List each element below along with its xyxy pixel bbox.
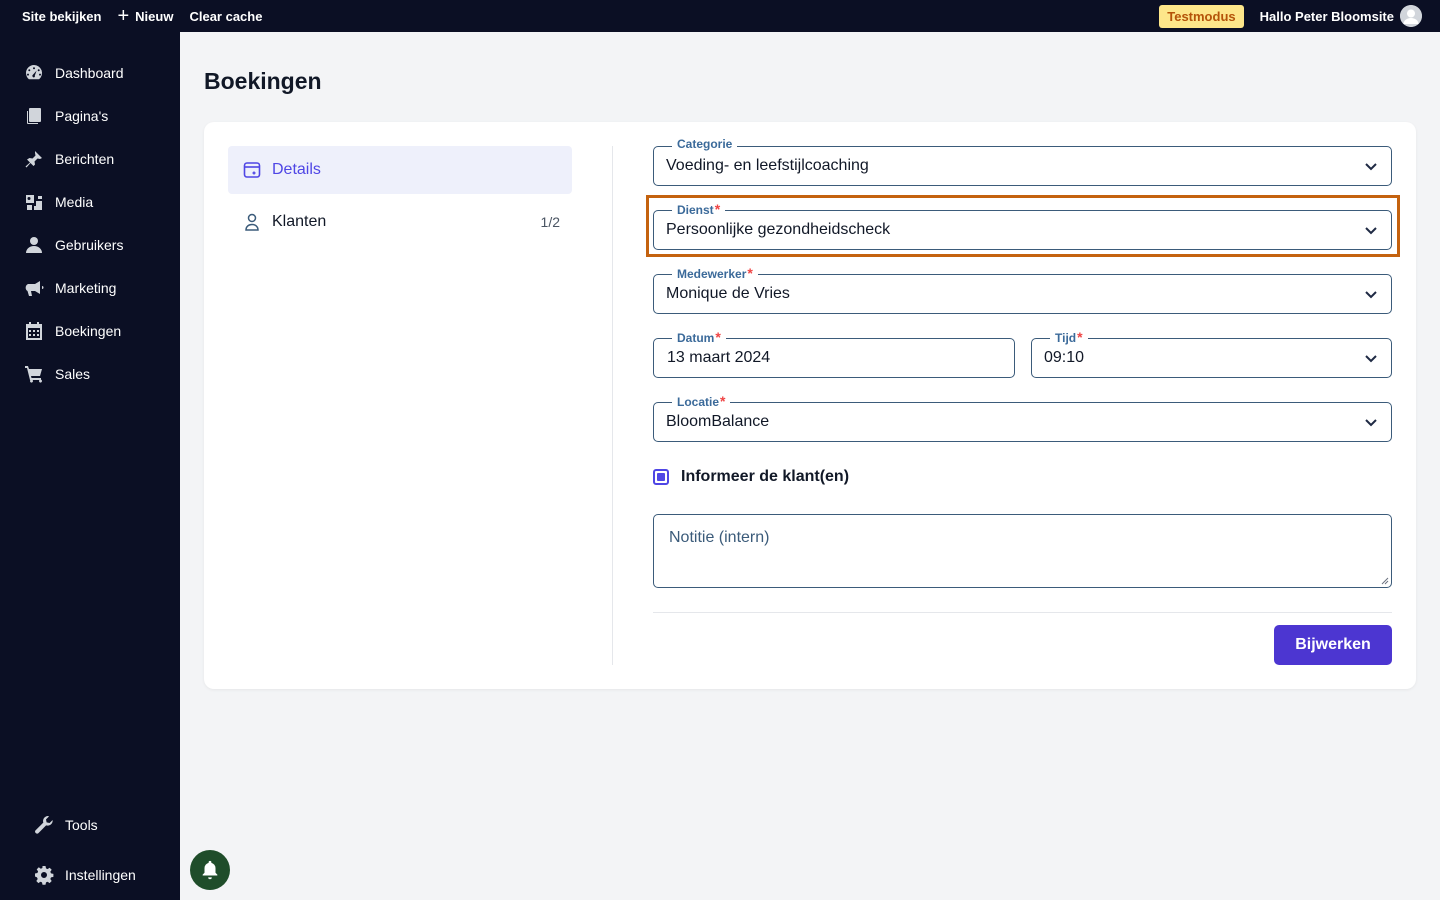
internal-note-textarea[interactable]: Notitie (intern) (653, 514, 1392, 588)
sidebar-item-tools[interactable]: Tools (0, 800, 180, 850)
clear-cache-link[interactable]: Clear cache (189, 9, 262, 24)
bell-icon (202, 860, 218, 880)
sidebar-item-label: Instellingen (65, 867, 136, 883)
sidebar-item-dashboard[interactable]: Dashboard (0, 51, 180, 94)
sidebar-item-users[interactable]: Gebruikers (0, 223, 180, 266)
pin-icon (24, 149, 44, 169)
sidebar-item-label: Dashboard (55, 64, 124, 81)
admin-topbar: Site bekijken + Nieuw Clear cache Testmod… (0, 0, 1440, 32)
date-field[interactable]: Datum* 13 maart 2024 (653, 329, 1015, 378)
divider (653, 612, 1392, 613)
sidebar-item-label: Marketing (55, 279, 117, 296)
category-label: Categorie (672, 137, 738, 151)
employee-select[interactable]: Medewerker* Monique de Vries (653, 265, 1392, 314)
calendar-icon (24, 321, 44, 341)
sidebar-item-label: Pagina's (55, 107, 109, 124)
sidebar-item-settings[interactable]: Instellingen (0, 850, 180, 900)
tab-label: Details (272, 161, 321, 178)
tab-details[interactable]: Details (228, 146, 572, 194)
location-value: BloomBalance (666, 413, 770, 430)
chevron-down-icon (1363, 286, 1379, 302)
sidebar-item-label: Gebruikers (55, 236, 124, 253)
time-select[interactable]: Tijd* 09:10 (1031, 329, 1392, 378)
notifications-button[interactable] (190, 850, 230, 890)
clear-cache-label: Clear cache (189, 8, 263, 24)
tab-label: Klanten (272, 213, 327, 230)
cart-icon (24, 364, 44, 384)
booking-card: Details Klanten 1/2 Categorie Voeding- e… (204, 122, 1416, 689)
service-label: Dienst* (672, 201, 726, 217)
time-label: Tijd* (1050, 329, 1088, 345)
note-placeholder: Notitie (intern) (669, 529, 770, 546)
sidebar-item-label: Sales (55, 365, 91, 382)
tab-customers[interactable]: Klanten 1/2 (228, 198, 572, 246)
megaphone-icon (24, 278, 44, 298)
sidebar-item-label: Berichten (55, 150, 115, 167)
sidebar-nav: Dashboard Pagina's Berichten Media Gebru… (0, 51, 180, 395)
employee-value: Monique de Vries (666, 285, 790, 302)
chevron-down-icon (1363, 350, 1379, 366)
person-icon (242, 212, 262, 232)
wrench-icon (34, 815, 54, 835)
location-select[interactable]: Locatie* BloomBalance (653, 393, 1392, 442)
chevron-down-icon (1363, 414, 1379, 430)
checkbox-checked-mark (657, 473, 665, 481)
avatar-icon (1400, 5, 1422, 27)
view-site-label: Site bekijken (22, 8, 102, 24)
sidebar-item-label: Tools (65, 817, 98, 833)
sidebar-item-marketing[interactable]: Marketing (0, 266, 180, 309)
time-value: 09:10 (1044, 349, 1085, 366)
chevron-down-icon (1363, 158, 1379, 174)
divider (612, 146, 613, 665)
location-label: Locatie* (672, 393, 731, 409)
calendar-small-icon (242, 160, 262, 180)
sidebar-item-label: Boekingen (55, 322, 122, 339)
customers-count: 1/2 (540, 214, 560, 230)
gear-icon (34, 865, 54, 885)
user-greeting[interactable]: Hallo Peter Bloomsite (1260, 9, 1394, 24)
new-menu[interactable]: + Nieuw (117, 6, 173, 26)
dashboard-icon (24, 63, 44, 83)
notify-label: Informeer de klant(en) (681, 468, 850, 485)
sidebar-item-bookings[interactable]: Boekingen (0, 309, 180, 352)
pages-icon (24, 106, 44, 126)
notify-customers-toggle[interactable]: Informeer de klant(en) (653, 468, 849, 486)
date-value: 13 maart 2024 (667, 349, 771, 366)
category-value: Voeding- en leefstijlcoaching (666, 157, 869, 174)
view-site-link[interactable]: Site bekijken (22, 9, 101, 24)
sidebar-item-label: Media (55, 193, 94, 210)
sidebar-item-media[interactable]: Media (0, 180, 180, 223)
date-label: Datum* (672, 329, 726, 345)
new-label: Nieuw (135, 8, 174, 24)
category-select[interactable]: Categorie Voeding- en leefstijlcoaching (653, 137, 1392, 186)
test-mode-badge[interactable]: Testmodus (1159, 4, 1244, 28)
service-select[interactable]: Dienst* Persoonlijke gezondheidscheck (653, 201, 1392, 250)
sidebar-bottom-nav: Tools Instellingen (0, 800, 180, 900)
media-icon (24, 192, 44, 212)
user-icon (24, 235, 44, 255)
employee-label: Medewerker* (672, 265, 758, 281)
avatar[interactable] (1400, 5, 1422, 27)
sidebar-item-posts[interactable]: Berichten (0, 137, 180, 180)
chevron-down-icon (1363, 222, 1379, 238)
plus-icon: + (117, 5, 130, 27)
page-title: Boekingen (204, 68, 322, 94)
sidebar: Dashboard Pagina's Berichten Media Gebru… (0, 32, 180, 900)
service-value: Persoonlijke gezondheidscheck (666, 221, 891, 238)
sidebar-item-sales[interactable]: Sales (0, 352, 180, 395)
resize-handle-icon[interactable] (1381, 577, 1389, 585)
sidebar-item-pages[interactable]: Pagina's (0, 94, 180, 137)
booking-tabs: Details Klanten 1/2 (228, 146, 572, 250)
update-button[interactable]: Bijwerken (1274, 625, 1392, 665)
notify-checkbox[interactable] (653, 469, 669, 485)
